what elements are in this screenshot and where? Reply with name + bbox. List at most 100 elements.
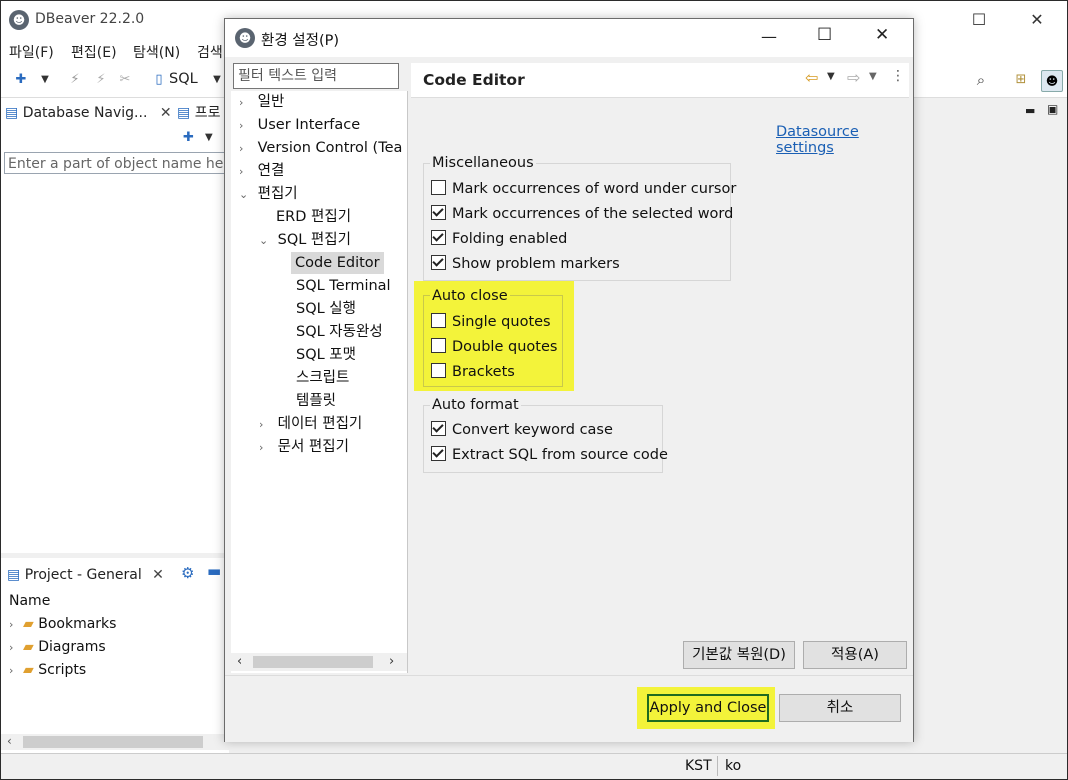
search-icon[interactable]: ⌕ bbox=[973, 72, 989, 88]
invalidate-icon[interactable]: ✂ bbox=[117, 72, 133, 88]
checkbox-row[interactable]: Brackets bbox=[431, 360, 557, 385]
tree-item-sql-format[interactable]: SQL 포맷 bbox=[296, 344, 356, 366]
tree-item-script[interactable]: 스크립트 bbox=[296, 367, 349, 389]
close-tab-icon[interactable]: ✕ bbox=[152, 567, 164, 583]
tree-item-version-control[interactable]: › Version Control (Tea bbox=[239, 137, 402, 159]
dropdown-arrow-icon[interactable]: ▼ bbox=[37, 72, 53, 88]
chevron-right-icon[interactable]: › bbox=[239, 138, 253, 160]
bookmarks-folder-icon: ▰ bbox=[23, 616, 34, 632]
tree-item-user-interface[interactable]: › User Interface bbox=[239, 114, 360, 136]
tree-item-doc-editor[interactable]: › 문서 편집기 bbox=[259, 436, 349, 458]
checkbox-row[interactable]: Convert keyword case bbox=[431, 418, 668, 443]
scrollbar-thumb[interactable] bbox=[23, 736, 203, 748]
apply-and-close-button[interactable]: Apply and Close bbox=[647, 694, 769, 722]
datasource-settings-link[interactable]: Datasource settings bbox=[776, 124, 909, 156]
maximize-view-icon[interactable]: ▣ bbox=[1047, 102, 1058, 116]
chevron-right-icon[interactable]: › bbox=[239, 161, 253, 183]
tree-item-template[interactable]: 템플릿 bbox=[296, 390, 336, 412]
project-item-scripts[interactable]: › ▰ Scripts bbox=[9, 662, 86, 678]
tree-item-sql-completion[interactable]: SQL 자동완성 bbox=[296, 321, 383, 343]
checkbox-unchecked[interactable] bbox=[431, 338, 446, 353]
checkbox-unchecked[interactable] bbox=[431, 363, 446, 378]
restore-defaults-button[interactable]: 기본값 복원(D) bbox=[683, 641, 795, 669]
sql-dropdown-icon[interactable]: ▼ bbox=[209, 72, 225, 88]
sql-button-label[interactable]: SQL bbox=[169, 71, 198, 87]
menu-file[interactable]: 파일(F) bbox=[9, 42, 54, 62]
tree-item-editors[interactable]: ⌄ 편집기 bbox=[239, 183, 298, 205]
menu-edit[interactable]: 편집(E) bbox=[71, 42, 117, 62]
menu-search[interactable]: 검색 bbox=[197, 42, 223, 62]
tree-item-data-editor[interactable]: › 데이터 편집기 bbox=[259, 413, 362, 435]
checkbox-unchecked[interactable] bbox=[431, 313, 446, 328]
object-filter-input[interactable]: Enter a part of object name here bbox=[4, 152, 226, 174]
checkbox-checked[interactable] bbox=[431, 230, 446, 245]
perspective-icon[interactable]: ⊞ bbox=[1013, 72, 1029, 88]
preference-filter-input[interactable]: 필터 텍스트 입력 bbox=[233, 63, 399, 89]
tree-item-sql-execute[interactable]: SQL 실행 bbox=[296, 298, 356, 320]
tree-item-code-editor-selected[interactable]: Code Editor bbox=[291, 252, 384, 274]
menu-navigate[interactable]: 탐색(N) bbox=[133, 42, 180, 62]
minimize-view-icon[interactable]: ▬ bbox=[1025, 104, 1035, 117]
chevron-right-icon[interactable]: › bbox=[9, 664, 23, 677]
nav-dropdown-icon[interactable]: ▼ bbox=[205, 132, 213, 143]
project-item-diagrams[interactable]: › ▰ Diagrams bbox=[9, 639, 106, 655]
project-item-bookmarks[interactable]: › ▰ Bookmarks bbox=[9, 616, 116, 632]
horizontal-scrollbar[interactable]: ‹ bbox=[1, 734, 229, 750]
dialog-minimize-icon[interactable]: — bbox=[761, 27, 777, 46]
checkbox-checked[interactable] bbox=[431, 255, 446, 270]
chevron-right-icon[interactable]: › bbox=[239, 115, 253, 137]
tab-database-navigator[interactable]: ▤ Database Navig... ✕ bbox=[5, 98, 172, 128]
tree-item-general[interactable]: › 일반 bbox=[239, 91, 284, 113]
checkbox-row[interactable]: Show problem markers bbox=[431, 252, 736, 277]
nav-add-icon[interactable]: ✚ bbox=[183, 130, 194, 145]
disconnect-icon[interactable]: ⚡ bbox=[93, 72, 109, 88]
tab-project-general[interactable]: ▤ Project - General ✕ bbox=[7, 560, 164, 590]
chevron-down-icon[interactable]: ⌄ bbox=[239, 184, 253, 206]
checkbox-unchecked[interactable] bbox=[431, 180, 446, 195]
back-arrow-icon[interactable]: ⇦ bbox=[805, 68, 818, 87]
scroll-left-icon[interactable]: ‹ bbox=[237, 654, 242, 669]
chevron-right-icon[interactable]: › bbox=[9, 618, 23, 631]
more-options-icon[interactable]: ⋮ bbox=[891, 68, 905, 84]
apply-button[interactable]: 적용(A) bbox=[803, 641, 907, 669]
chevron-right-icon[interactable]: › bbox=[259, 437, 273, 459]
chevron-right-icon[interactable]: › bbox=[259, 414, 273, 436]
tree-item-sql-terminal[interactable]: SQL Terminal bbox=[296, 275, 391, 297]
checkbox-row[interactable]: Folding enabled bbox=[431, 227, 736, 252]
connect-icon[interactable]: ⚡ bbox=[67, 72, 83, 88]
checkbox-row[interactable]: Double quotes bbox=[431, 335, 557, 360]
chevron-right-icon[interactable]: › bbox=[9, 641, 23, 654]
dialog-close-icon[interactable]: ✕ bbox=[875, 25, 889, 45]
tree-item-sql-editor[interactable]: ⌄ SQL 편집기 bbox=[259, 229, 351, 251]
checkbox-row[interactable]: Single quotes bbox=[431, 310, 557, 335]
dialog-maximize-icon[interactable]: ☐ bbox=[817, 25, 832, 45]
checkbox-checked[interactable] bbox=[431, 421, 446, 436]
cancel-button[interactable]: 취소 bbox=[779, 694, 901, 722]
checkbox-row[interactable]: Extract SQL from source code bbox=[431, 443, 668, 468]
settings-gear-icon[interactable]: ⚙ bbox=[181, 564, 194, 582]
new-connection-icon[interactable]: ✚ bbox=[13, 72, 29, 88]
project-item-label: Bookmarks bbox=[38, 616, 117, 632]
tree-item-connections[interactable]: › 연결 bbox=[239, 160, 284, 182]
checkbox-checked[interactable] bbox=[431, 446, 446, 461]
close-icon[interactable]: ✕ bbox=[1017, 7, 1057, 33]
chevron-down-icon[interactable]: ⌄ bbox=[259, 230, 273, 252]
tree-horizontal-scrollbar[interactable]: ‹ › bbox=[231, 653, 407, 671]
checkbox-row[interactable]: Mark occurrences of word under cursor bbox=[431, 177, 736, 202]
back-dropdown-icon[interactable]: ▼ bbox=[827, 71, 835, 82]
maximize-icon[interactable]: ☐ bbox=[959, 7, 999, 33]
scroll-right-icon[interactable]: › bbox=[389, 654, 394, 669]
dbeaver-perspective-icon[interactable]: ☻ bbox=[1041, 70, 1063, 92]
checkbox-checked[interactable] bbox=[431, 205, 446, 220]
collapse-icon[interactable]: ▬ bbox=[207, 562, 221, 580]
forward-arrow-icon[interactable]: ⇨ bbox=[847, 68, 860, 87]
tab-projects[interactable]: ▤ 프로 bbox=[177, 98, 220, 128]
sql-editor-icon[interactable]: ▯ bbox=[151, 72, 167, 88]
tree-item-erd-editor[interactable]: ERD 편집기 bbox=[276, 206, 351, 228]
scrollbar-thumb[interactable] bbox=[253, 656, 373, 668]
scroll-left-icon[interactable]: ‹ bbox=[7, 734, 12, 748]
checkbox-row[interactable]: Mark occurrences of the selected word bbox=[431, 202, 736, 227]
forward-dropdown-icon[interactable]: ▼ bbox=[869, 71, 877, 82]
chevron-right-icon[interactable]: › bbox=[239, 92, 253, 114]
close-tab-icon[interactable]: ✕ bbox=[160, 105, 172, 121]
